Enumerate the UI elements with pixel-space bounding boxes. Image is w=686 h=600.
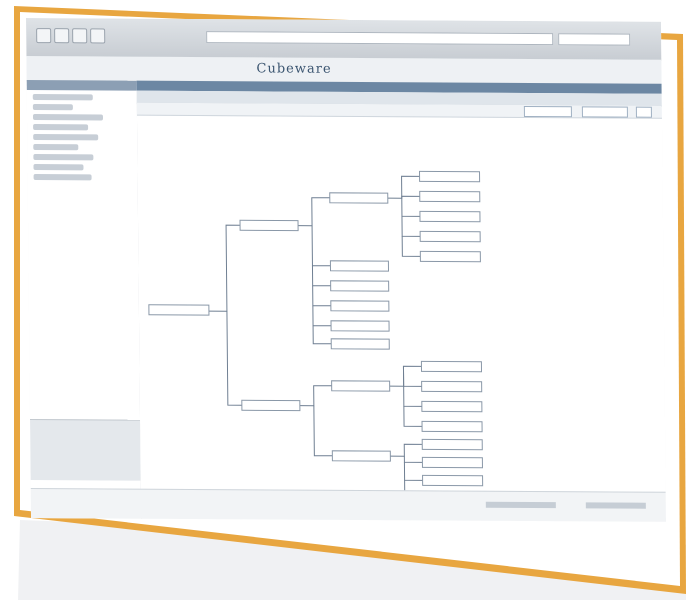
tree-item[interactable]	[33, 124, 89, 131]
connector	[403, 386, 422, 407]
tree-node[interactable]	[330, 320, 390, 332]
connector	[312, 305, 332, 327]
tree-item[interactable]	[32, 94, 93, 101]
tree-node[interactable]	[419, 190, 481, 203]
connector	[390, 443, 423, 457]
tree-node[interactable]	[421, 400, 483, 413]
forward-button[interactable]	[54, 28, 70, 44]
tree-node[interactable]	[421, 438, 483, 451]
tree-item[interactable]	[32, 104, 73, 111]
connector	[403, 456, 423, 463]
tree-node[interactable]	[419, 250, 481, 263]
connector	[389, 365, 422, 387]
connector	[313, 405, 333, 457]
connector	[401, 198, 420, 217]
tree-node[interactable]	[329, 260, 390, 272]
connector	[208, 224, 241, 312]
tree-diagram	[148, 170, 484, 505]
app-brand: Cubeware	[256, 61, 332, 77]
connector	[402, 366, 422, 387]
address-bar[interactable]	[206, 31, 554, 46]
tree-node[interactable]	[420, 360, 483, 373]
tree-item[interactable]	[33, 154, 94, 161]
tree-node[interactable]	[421, 380, 483, 393]
tree-item[interactable]	[32, 114, 104, 121]
connector	[312, 285, 331, 307]
back-button[interactable]	[36, 28, 52, 44]
tree-node[interactable]	[421, 420, 483, 433]
tree-item[interactable]	[33, 144, 79, 151]
tree-node[interactable]	[419, 230, 481, 243]
sidebar-bottom-panel	[30, 419, 141, 481]
toolbar-control[interactable]	[581, 106, 628, 118]
tree-node[interactable]	[330, 300, 390, 312]
connector	[401, 216, 421, 237]
tree-item[interactable]	[33, 134, 99, 141]
footer-item	[485, 501, 556, 509]
connector	[312, 325, 332, 345]
app-screen: Cubeware	[26, 18, 666, 522]
connector	[298, 197, 330, 227]
screenshot-stage: Cubeware	[0, 0, 686, 600]
tree-node[interactable]	[329, 192, 389, 204]
connector	[387, 175, 420, 199]
connector	[226, 311, 242, 406]
toolbar-control[interactable]	[523, 105, 572, 118]
browser-toolbar	[26, 18, 662, 61]
tree-node[interactable]	[422, 474, 484, 487]
tree-node[interactable]	[331, 380, 391, 392]
tree-node-root[interactable]	[148, 304, 210, 316]
tree-node[interactable]	[330, 280, 390, 292]
tree-node[interactable]	[331, 450, 391, 462]
tree-node[interactable]	[419, 170, 481, 183]
connector	[311, 225, 331, 267]
tree-node[interactable]	[241, 399, 301, 412]
connector	[403, 462, 423, 481]
tree-node[interactable]	[330, 338, 390, 350]
footer-item	[585, 502, 646, 509]
sidebar	[26, 80, 143, 521]
status-footer	[30, 488, 666, 522]
tree-node[interactable]	[419, 210, 481, 223]
main-panel	[136, 80, 666, 522]
home-button[interactable]	[90, 28, 106, 44]
connector	[401, 195, 420, 199]
connector	[401, 236, 421, 257]
connector	[299, 385, 332, 407]
tree-item[interactable]	[33, 164, 84, 171]
connector	[403, 406, 423, 427]
tree-item[interactable]	[33, 174, 92, 181]
connector	[311, 265, 331, 287]
refresh-button[interactable]	[72, 28, 88, 44]
sidebar-header	[26, 80, 137, 91]
tree-nodes	[148, 170, 484, 505]
tree-node[interactable]	[421, 456, 483, 469]
toolbar-control[interactable]	[635, 106, 652, 118]
search-input[interactable]	[558, 33, 631, 46]
tree-node[interactable]	[239, 219, 299, 232]
tree-diagram-area	[137, 115, 666, 518]
